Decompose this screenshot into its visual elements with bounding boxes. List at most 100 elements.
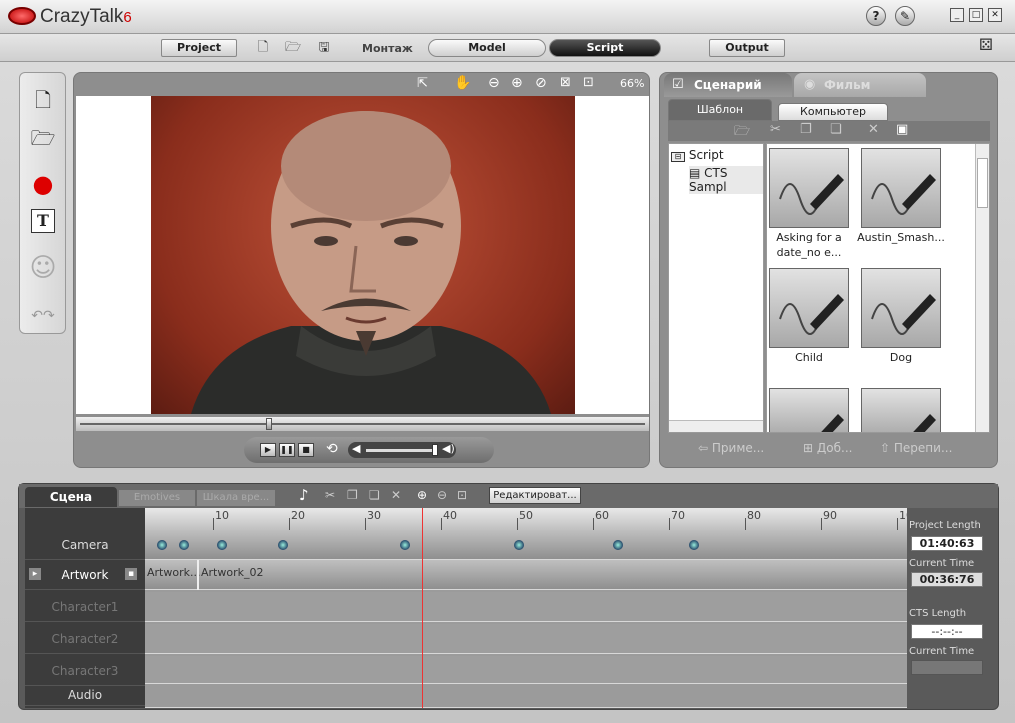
tab-template[interactable]: Шаблон [668, 99, 772, 121]
overwrite-button[interactable]: ⇧ Перепи... [880, 441, 952, 455]
project-button[interactable]: Project [161, 39, 237, 57]
close-icon[interactable]: ✕ [988, 8, 1002, 22]
track-name-character3[interactable]: Character3 [25, 656, 145, 686]
camera-keyframe[interactable] [612, 540, 623, 550]
tree-horizontal-scrollbar[interactable] [669, 420, 763, 432]
tab-emotives[interactable]: Emotives [119, 490, 195, 506]
track-name-camera[interactable]: Camera [25, 530, 145, 560]
artwork-clip[interactable]: Artwork... [147, 566, 200, 579]
view-mode-icon[interactable]: ▣ [896, 122, 908, 137]
stop-button[interactable]: ■ [298, 443, 314, 457]
camera-keyframe[interactable] [513, 540, 524, 550]
cut-icon[interactable]: ✂ [325, 488, 335, 502]
tab-time-scale[interactable]: Шкала вре... [197, 490, 275, 506]
hand-icon[interactable]: ✋ [454, 75, 471, 91]
tab-computer[interactable]: Компьютер [778, 103, 888, 121]
copy-icon[interactable]: ❐ [800, 122, 812, 137]
track-name-character2[interactable]: Character2 [25, 624, 145, 654]
apply-button[interactable]: ⇦ Приме... [698, 441, 764, 455]
camera-keyframe[interactable] [179, 540, 190, 550]
thumbnails-vertical-scrollbar[interactable] [975, 144, 989, 432]
maximize-icon[interactable]: □ [969, 8, 983, 22]
track-name-artwork[interactable]: ▸ Artwork ▪ [25, 560, 145, 590]
tree-item-script[interactable]: ⊟ Script [671, 148, 724, 162]
undo-redo-icon[interactable]: ↶↷ [28, 301, 58, 331]
delete-icon[interactable]: ✕ [391, 488, 401, 502]
artwork-clip[interactable]: Artwork_02 [201, 566, 263, 579]
frame-icon[interactable]: ⊡ [583, 75, 594, 90]
folder-expand-icon[interactable]: ⊟ [671, 152, 685, 162]
current-time-value[interactable]: 00:36:76 [911, 572, 983, 587]
dice-icon[interactable]: ⚄ [978, 37, 994, 53]
open-folder-icon[interactable]: 🗁 [285, 41, 301, 55]
loop-icon[interactable]: ⟲ [326, 441, 338, 457]
fit-zoom-icon[interactable]: ⊡ [457, 488, 467, 502]
text-tool-icon[interactable]: T [31, 209, 55, 233]
output-button[interactable]: Output [709, 39, 785, 57]
tree-item-cts-sample[interactable]: ▤ CTS Sampl [689, 166, 763, 194]
delete-icon[interactable]: ✕ [868, 122, 879, 137]
volume-slider[interactable]: ◀ ◀) [348, 442, 456, 458]
thumbnail-label: Dog [889, 351, 913, 364]
script-thumbnail-icon[interactable] [769, 388, 849, 432]
pause-button[interactable]: ❚❚ [279, 443, 295, 457]
tab-scenario[interactable]: ☑ Сценарий [664, 73, 792, 97]
track-options-icon[interactable]: ▪ [125, 568, 137, 580]
open-project-icon[interactable]: 🗁 [28, 123, 58, 153]
camera-keyframe[interactable] [217, 540, 228, 550]
folder-icon[interactable]: 🗁 [734, 122, 750, 144]
ruler-label: 90 [823, 509, 837, 522]
new-file-icon[interactable]: 🗋 [255, 41, 271, 55]
camera-keyframe[interactable] [399, 540, 410, 550]
zoom-in-icon[interactable]: ⊕ [511, 75, 523, 91]
zoom-out-icon[interactable]: ⊖ [437, 488, 447, 502]
tab-scene[interactable]: Сцена [25, 487, 117, 507]
tab-film[interactable]: ◉ Фильм [794, 73, 926, 97]
zoom-in-icon[interactable]: ⊕ [417, 488, 427, 502]
track-camera[interactable] [145, 530, 907, 560]
track-character1[interactable] [145, 592, 907, 622]
crazytalk-window: CrazyTalk6 ? ✎ _ □ ✕ Project 🗋 🗁 🖫 Монта… [0, 0, 1015, 723]
script-button[interactable]: Script [549, 39, 661, 57]
minimize-icon[interactable]: _ [950, 8, 964, 22]
camera-keyframe[interactable] [156, 540, 167, 550]
track-expand-icon[interactable]: ▸ [29, 568, 41, 580]
save-icon[interactable]: 🖫 [316, 41, 332, 55]
music-note-icon[interactable]: ♪ [299, 486, 309, 504]
volume-handle[interactable] [432, 444, 438, 456]
track-character2[interactable] [145, 624, 907, 654]
camera-keyframe[interactable] [278, 540, 289, 550]
track-audio[interactable] [145, 684, 907, 708]
record-icon[interactable]: ● [28, 169, 58, 199]
edit-button[interactable]: Редактироват... [489, 487, 581, 504]
export-icon[interactable]: ⇱ [417, 76, 428, 91]
scrollbar-thumb[interactable] [977, 158, 988, 208]
playhead[interactable] [422, 508, 424, 708]
fit-icon[interactable]: ⊠ [560, 75, 571, 90]
track-artwork[interactable]: Artwork... Artwork_02 [145, 560, 907, 590]
face-icon[interactable]: ☺ [28, 253, 58, 283]
paste-icon[interactable]: ❏ [830, 122, 842, 137]
time-ruler[interactable]: 10 20 30 40 50 60 70 80 90 10 [145, 508, 907, 530]
track-name-audio[interactable]: Audio [25, 684, 145, 706]
reset-zoom-icon[interactable]: ⊘ [535, 75, 547, 91]
add-button[interactable]: ⊞ Доб... [803, 441, 852, 455]
current-time-value-2 [911, 660, 983, 675]
copy-icon[interactable]: ❐ [347, 488, 358, 502]
tools-icon[interactable]: ✎ [895, 6, 915, 26]
track-character3[interactable] [145, 656, 907, 684]
play-button[interactable]: ▶ [260, 443, 276, 457]
paste-icon[interactable]: ❏ [369, 488, 380, 502]
help-button[interactable]: ? [866, 6, 886, 26]
preview-scrubber[interactable] [76, 417, 649, 431]
zoom-out-icon[interactable]: ⊖ [488, 75, 500, 91]
model-button[interactable]: Model [428, 39, 546, 57]
track-area[interactable]: 10 20 30 40 50 60 70 80 90 10 Artwork... Artwork_… [145, 508, 907, 708]
new-scene-icon[interactable]: 🗋 [28, 85, 58, 115]
scrubber-handle[interactable] [266, 418, 273, 430]
script-thumbnail-icon[interactable] [861, 388, 941, 432]
camera-keyframe[interactable] [688, 540, 699, 550]
preview-canvas[interactable] [76, 96, 649, 414]
track-name-character1[interactable]: Character1 [25, 592, 145, 622]
cut-icon[interactable]: ✂ [770, 122, 781, 137]
